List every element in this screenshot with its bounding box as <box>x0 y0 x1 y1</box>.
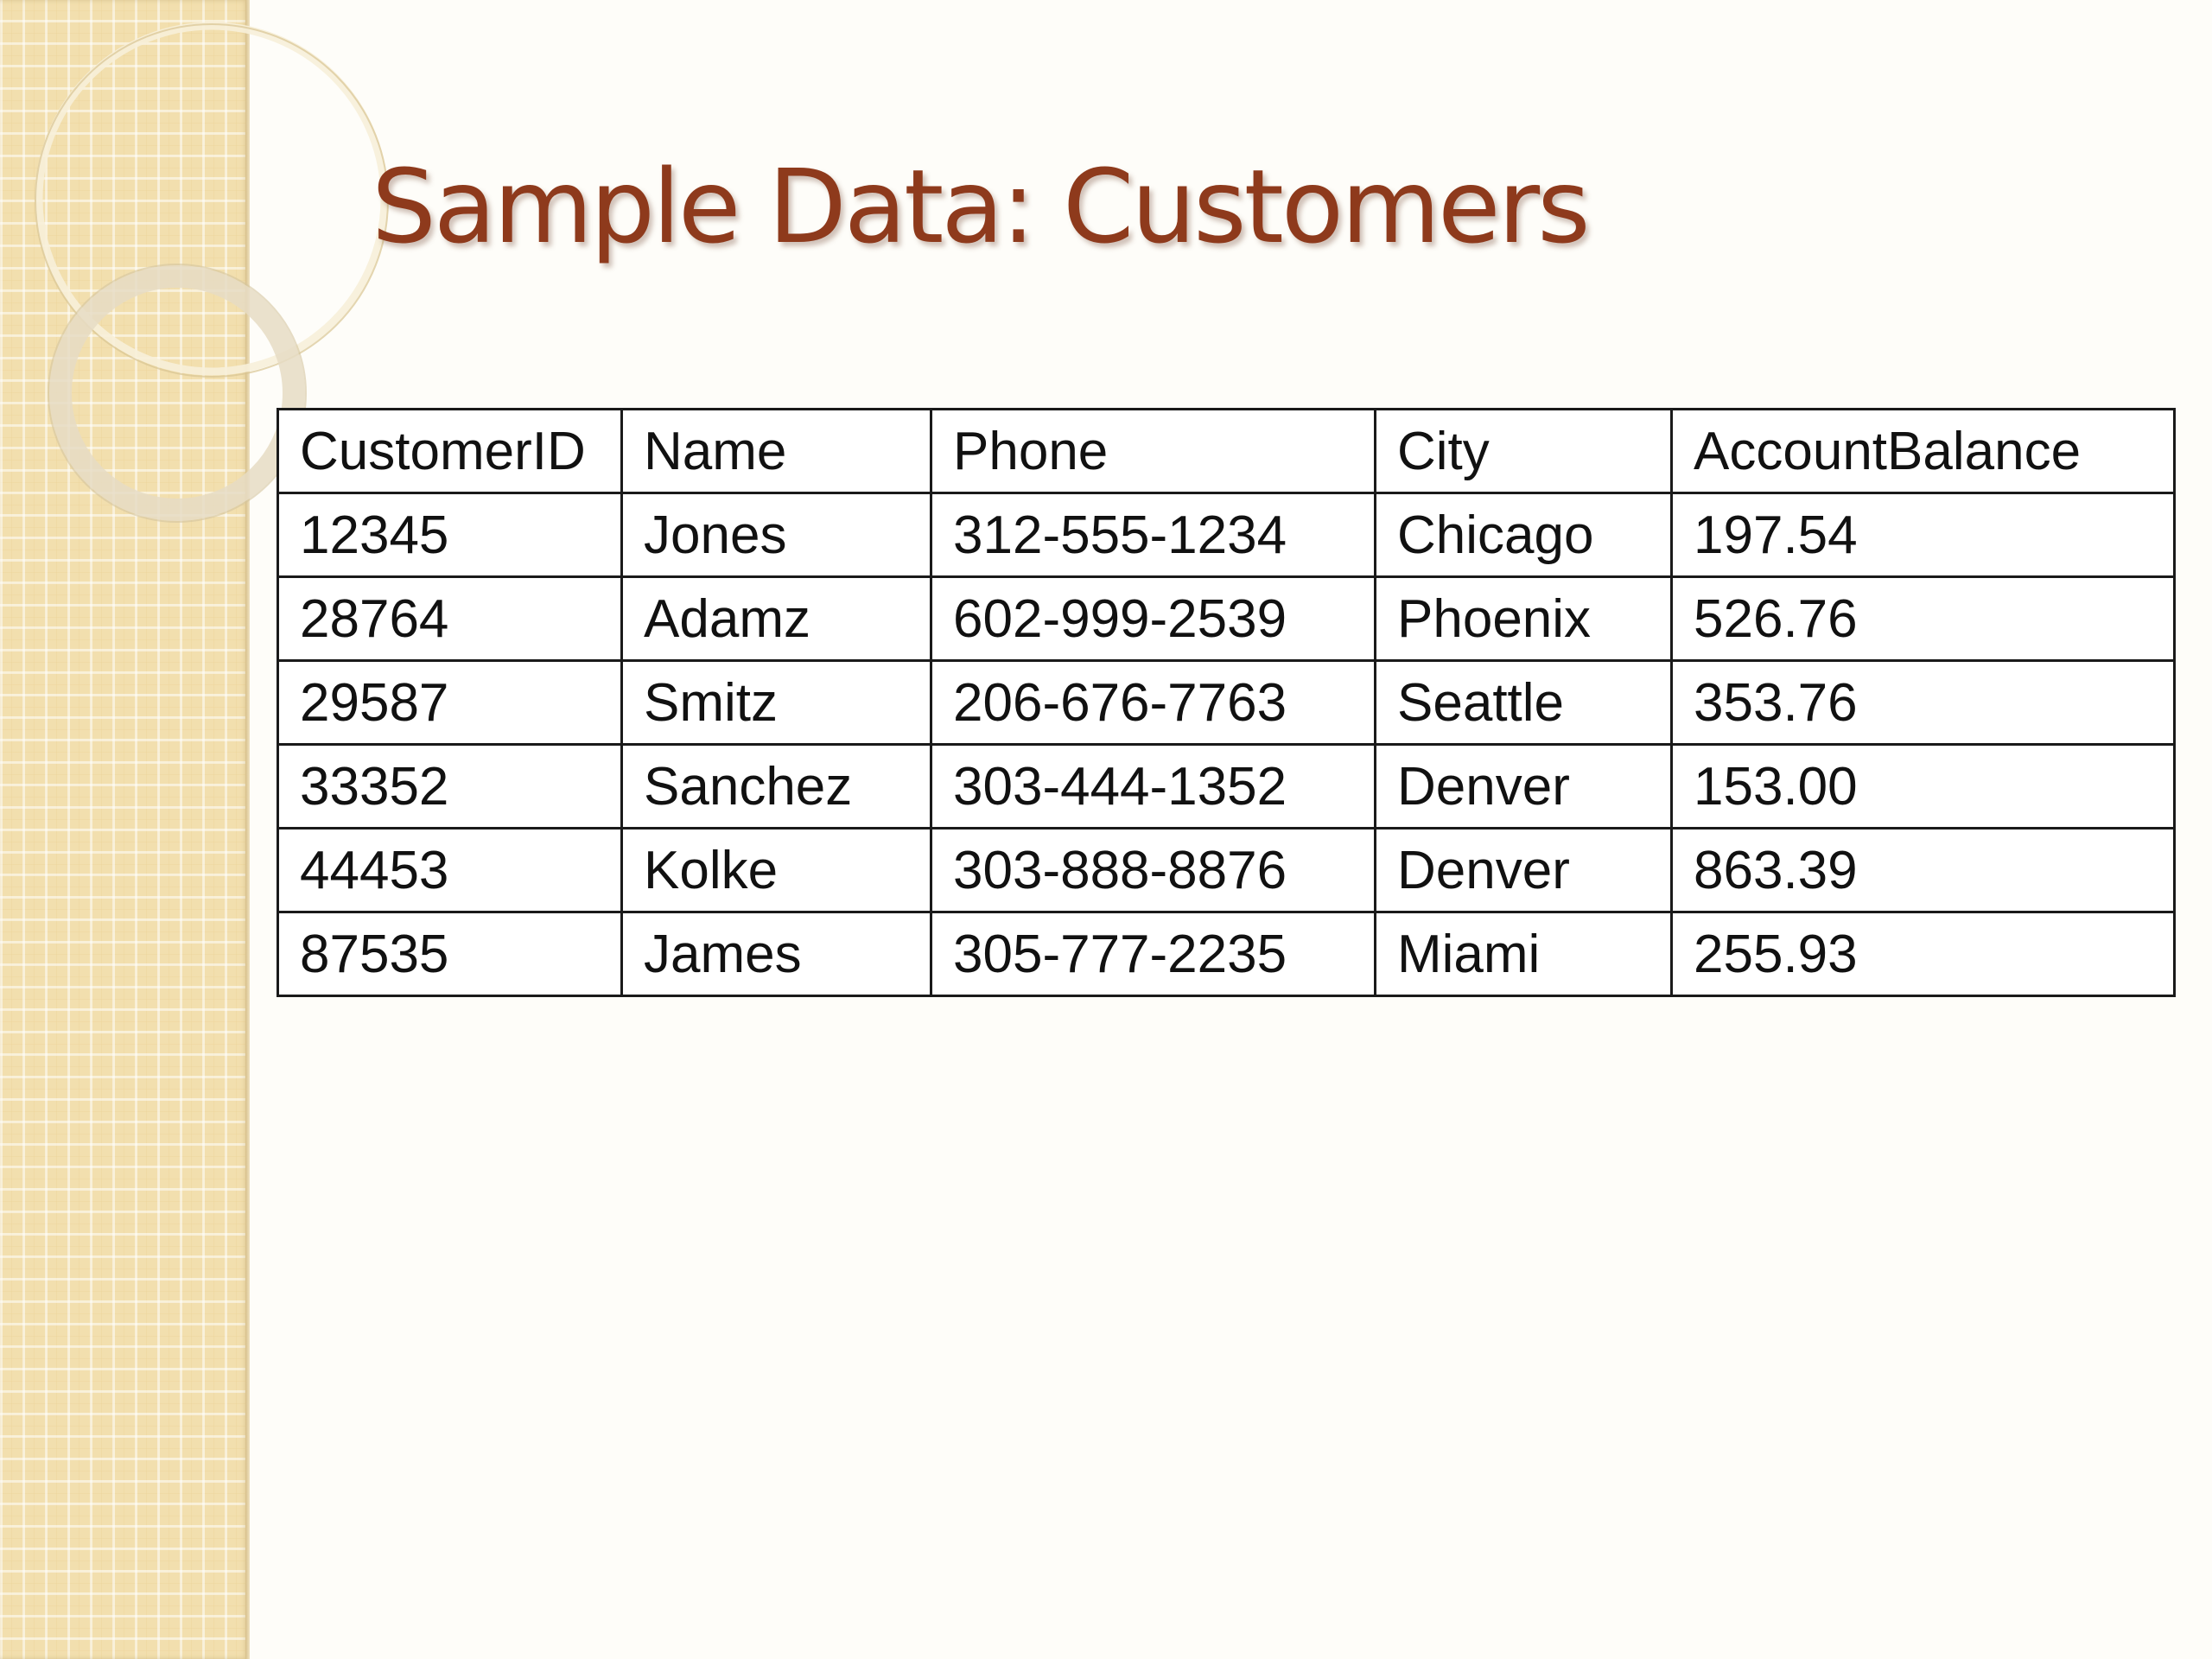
cell-city: Seattle <box>1374 659 1673 746</box>
table-row: 44453 Kolke 303-888-8876 Denver 863.39 <box>276 827 2176 913</box>
cell-account-balance: 153.00 <box>1670 743 2176 830</box>
header-phone: Phone <box>930 408 1376 494</box>
table-row: 28764 Adamz 602-999-2539 Phoenix 526.76 <box>276 575 2176 662</box>
cell-city: Miami <box>1374 911 1673 997</box>
cell-name: Jones <box>620 492 932 578</box>
header-customer-id: CustomerID <box>276 408 623 494</box>
cell-phone: 206-676-7763 <box>930 659 1376 746</box>
cell-phone: 602-999-2539 <box>930 575 1376 662</box>
cell-account-balance: 526.76 <box>1670 575 2176 662</box>
cell-name: James <box>620 911 932 997</box>
cell-account-balance: 197.54 <box>1670 492 2176 578</box>
header-account-balance: AccountBalance <box>1670 408 2176 494</box>
cell-customer-id: 29587 <box>276 659 623 746</box>
cell-city: Phoenix <box>1374 575 1673 662</box>
header-city: City <box>1374 408 1673 494</box>
cell-account-balance: 863.39 <box>1670 827 2176 913</box>
cell-city: Chicago <box>1374 492 1673 578</box>
cell-city: Denver <box>1374 827 1673 913</box>
cell-phone: 303-444-1352 <box>930 743 1376 830</box>
cell-customer-id: 33352 <box>276 743 623 830</box>
small-ring <box>49 265 305 521</box>
cell-customer-id: 44453 <box>276 827 623 913</box>
cell-customer-id: 28764 <box>276 575 623 662</box>
cell-name: Smitz <box>620 659 932 746</box>
cell-customer-id: 12345 <box>276 492 623 578</box>
cell-account-balance: 353.76 <box>1670 659 2176 746</box>
cell-name: Adamz <box>620 575 932 662</box>
table-row: 33352 Sanchez 303-444-1352 Denver 153.00 <box>276 743 2176 830</box>
cell-name: Sanchez <box>620 743 932 830</box>
slide: Sample Data: Customers CustomerID Name P… <box>0 0 2212 1659</box>
cell-customer-id: 87535 <box>276 911 623 997</box>
header-name: Name <box>620 408 932 494</box>
customers-table: CustomerID Name Phone City AccountBalanc… <box>276 408 2176 997</box>
cell-name: Kolke <box>620 827 932 913</box>
cell-account-balance: 255.93 <box>1670 911 2176 997</box>
table-header-row: CustomerID Name Phone City AccountBalanc… <box>276 408 2176 494</box>
table-row: 29587 Smitz 206-676-7763 Seattle 353.76 <box>276 659 2176 746</box>
cell-phone: 305-777-2235 <box>930 911 1376 997</box>
cell-phone: 303-888-8876 <box>930 827 1376 913</box>
table-row: 12345 Jones 312-555-1234 Chicago 197.54 <box>276 492 2176 578</box>
table-row: 87535 James 305-777-2235 Miami 255.93 <box>276 911 2176 997</box>
slide-title: Sample Data: Customers <box>372 147 1591 266</box>
cell-phone: 312-555-1234 <box>930 492 1376 578</box>
cell-city: Denver <box>1374 743 1673 830</box>
decorative-rings <box>35 22 389 523</box>
